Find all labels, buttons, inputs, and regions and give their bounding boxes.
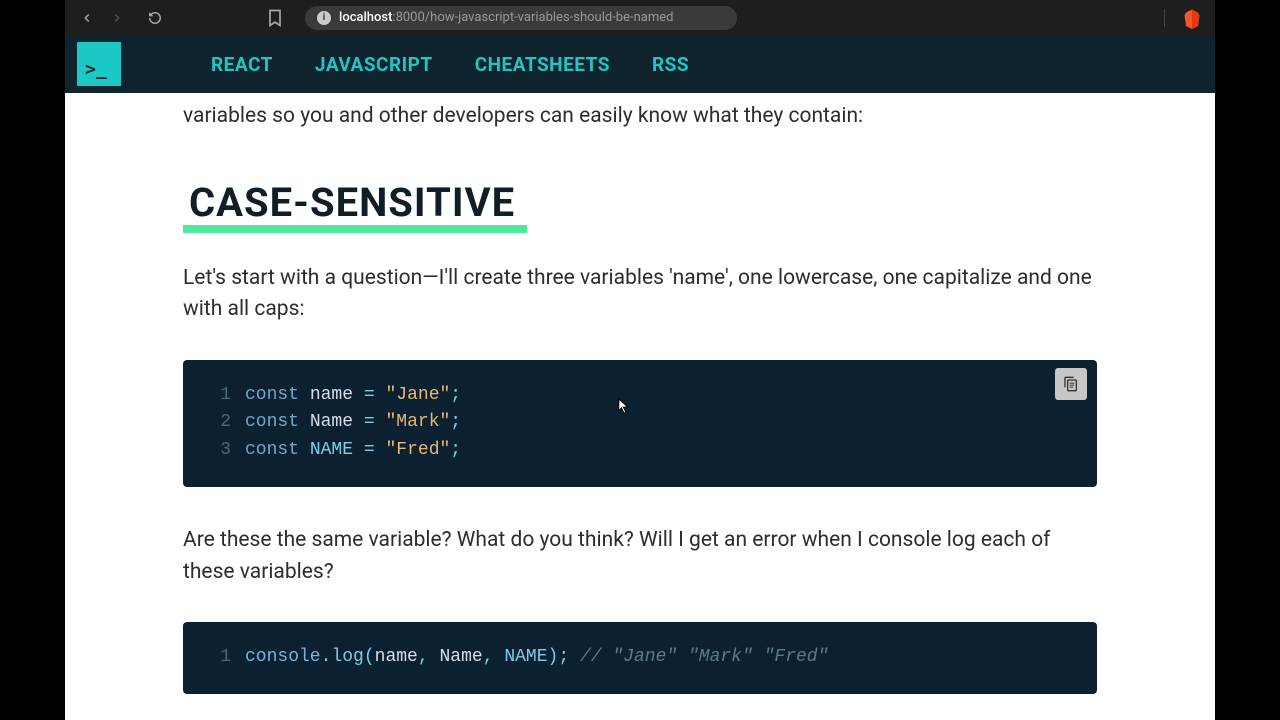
url-port: :8000: [392, 10, 424, 25]
nav-link-javascript[interactable]: JAVASCRIPT: [315, 53, 433, 76]
paragraph-2: Are these the same variable? What do you…: [183, 525, 1097, 588]
url-bar[interactable]: i localhost:8000/how-javascript-variable…: [305, 6, 737, 30]
forward-button[interactable]: [107, 8, 127, 28]
bookmark-button[interactable]: [265, 8, 285, 28]
code-line: 1 const name = "Jane";: [207, 382, 1073, 410]
reload-button[interactable]: [145, 8, 165, 28]
site-header: >_ REACT JAVASCRIPT CHEATSHEETS RSS: [65, 35, 1215, 93]
line-number: 1: [207, 382, 231, 410]
primary-nav: REACT JAVASCRIPT CHEATSHEETS RSS: [211, 53, 689, 76]
line-number: 1: [207, 644, 231, 672]
divider: [1164, 9, 1165, 27]
code-line: 2 const Name = "Mark";: [207, 409, 1073, 437]
back-button[interactable]: [77, 8, 97, 28]
site-info-icon[interactable]: i: [317, 11, 331, 25]
section-heading: CASE-SENSITIVE: [183, 173, 521, 233]
line-number: 2: [207, 409, 231, 437]
brave-shields-icon[interactable]: [1183, 8, 1201, 28]
nav-link-cheatsheets[interactable]: CHEATSHEETS: [475, 53, 610, 76]
code-block-2: 1 console.log(name, Name, NAME); // "Jan…: [183, 622, 1097, 694]
code-line: 1 console.log(name, Name, NAME); // "Jan…: [207, 644, 1073, 672]
url-path: /how-javascript-variables-should-be-name…: [425, 10, 674, 25]
url-host: localhost: [339, 10, 392, 25]
intro-fragment: variables so you and other developers ca…: [183, 93, 1097, 133]
line-number: 3: [207, 437, 231, 465]
paragraph-1: Let's start with a question—I'll create …: [183, 263, 1097, 326]
code-block-1: 1 const name = "Jane"; 2 const Name = "M…: [183, 360, 1097, 488]
article-content: variables so you and other developers ca…: [65, 93, 1215, 720]
browser-toolbar: i localhost:8000/how-javascript-variable…: [65, 0, 1215, 35]
logo-symbol: >_: [85, 59, 107, 80]
site-logo[interactable]: >_: [77, 42, 121, 86]
nav-link-react[interactable]: REACT: [211, 53, 273, 76]
page-viewport: >_ REACT JAVASCRIPT CHEATSHEETS RSS vari…: [65, 35, 1215, 720]
copy-button[interactable]: [1055, 368, 1087, 400]
nav-link-rss[interactable]: RSS: [652, 53, 689, 76]
code-line: 3 const NAME = "Fred";: [207, 437, 1073, 465]
